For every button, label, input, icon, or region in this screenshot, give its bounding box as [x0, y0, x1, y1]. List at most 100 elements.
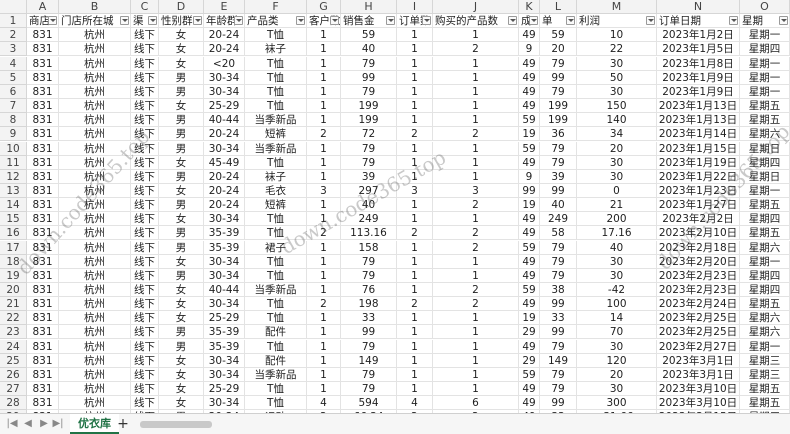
- table-cell[interactable]: 1: [307, 155, 341, 170]
- table-cell[interactable]: 40-44: [204, 113, 245, 128]
- table-cell[interactable]: 1: [433, 155, 519, 170]
- table-cell[interactable]: 831: [27, 325, 59, 340]
- table-cell[interactable]: 线下: [131, 42, 159, 57]
- table-cell[interactable]: 男: [159, 240, 204, 255]
- table-cell[interactable]: 40-44: [204, 283, 245, 297]
- table-cell[interactable]: 35-39: [204, 226, 245, 241]
- table-cell[interactable]: 线下: [131, 70, 159, 85]
- table-cell[interactable]: 59: [540, 28, 577, 43]
- table-cell[interactable]: 杭州: [59, 56, 131, 71]
- table-cell[interactable]: 79: [540, 254, 577, 269]
- table-cell[interactable]: 34: [577, 127, 657, 142]
- table-cell[interactable]: 831: [27, 155, 59, 170]
- table-cell[interactable]: 2023年1月19日: [657, 155, 740, 170]
- table-cell[interactable]: 1: [397, 212, 433, 227]
- column-header-A[interactable]: A: [27, 0, 59, 14]
- table-cell[interactable]: 1: [307, 367, 341, 382]
- first-sheet-button[interactable]: |◀: [6, 418, 18, 430]
- table-cell[interactable]: 杭州: [59, 339, 131, 354]
- row-number[interactable]: 11: [0, 155, 27, 170]
- table-cell[interactable]: 199: [540, 113, 577, 128]
- table-cell[interactable]: 49: [519, 99, 540, 114]
- table-cell[interactable]: 2023年1月13日: [657, 99, 740, 114]
- table-cell[interactable]: 毛衣: [245, 183, 307, 198]
- table-cell[interactable]: 袜子: [245, 169, 307, 184]
- table-cell[interactable]: T恤: [245, 99, 307, 114]
- filter-dropdown-icon[interactable]: [296, 16, 305, 26]
- column-header-G[interactable]: G: [307, 0, 341, 14]
- table-cell[interactable]: 线下: [131, 155, 159, 170]
- table-cell[interactable]: 杭州: [59, 353, 131, 368]
- table-cell[interactable]: 1: [307, 325, 341, 340]
- table-cell[interactable]: 99: [341, 70, 397, 85]
- table-cell[interactable]: 20-24: [204, 127, 245, 142]
- table-cell[interactable]: T恤: [245, 212, 307, 227]
- table-cell[interactable]: 9: [519, 42, 540, 57]
- table-cell[interactable]: 杭州: [59, 268, 131, 283]
- table-cell[interactable]: 线下: [131, 325, 159, 340]
- table-cell[interactable]: 当季新品: [245, 113, 307, 128]
- last-sheet-button[interactable]: ▶|: [52, 418, 64, 430]
- table-cell[interactable]: 线下: [131, 283, 159, 297]
- table-cell[interactable]: 3: [397, 183, 433, 198]
- row-number[interactable]: 4: [0, 56, 27, 71]
- table-cell[interactable]: 21: [577, 198, 657, 213]
- table-cell[interactable]: 星期四: [740, 212, 790, 227]
- table-cell[interactable]: 79: [540, 155, 577, 170]
- column-header-L[interactable]: L: [540, 0, 577, 14]
- table-cell[interactable]: 33: [540, 311, 577, 326]
- table-cell[interactable]: 女: [159, 28, 204, 43]
- row-number[interactable]: 18: [0, 254, 27, 269]
- table-cell[interactable]: 30: [577, 254, 657, 269]
- table-cell[interactable]: 1: [433, 113, 519, 128]
- table-cell[interactable]: 30: [577, 339, 657, 354]
- table-cell[interactable]: 79: [540, 367, 577, 382]
- table-cell[interactable]: 星期一: [740, 339, 790, 354]
- table-cell[interactable]: 女: [159, 254, 204, 269]
- table-cell[interactable]: 女: [159, 183, 204, 198]
- table-cell[interactable]: T恤: [245, 268, 307, 283]
- row-number[interactable]: 17: [0, 240, 27, 255]
- table-cell[interactable]: 149: [341, 353, 397, 368]
- table-cell[interactable]: 星期六: [740, 311, 790, 326]
- table-cell[interactable]: 79: [341, 382, 397, 397]
- table-cell[interactable]: 1: [397, 155, 433, 170]
- table-cell[interactable]: 2023年1月9日: [657, 84, 740, 99]
- table-cell[interactable]: 49: [519, 28, 540, 43]
- table-cell[interactable]: 49: [519, 155, 540, 170]
- table-cell[interactable]: 38: [540, 283, 577, 297]
- table-cell[interactable]: 1: [433, 56, 519, 71]
- filter-dropdown-icon[interactable]: [48, 16, 57, 26]
- table-cell[interactable]: 831: [27, 297, 59, 312]
- table-cell[interactable]: 59: [519, 113, 540, 128]
- row-number[interactable]: 1: [0, 14, 27, 29]
- table-cell[interactable]: 线下: [131, 297, 159, 312]
- table-cell[interactable]: 30-34: [204, 367, 245, 382]
- table-cell[interactable]: 300: [577, 396, 657, 411]
- table-cell[interactable]: 29: [519, 325, 540, 340]
- table-cell[interactable]: 女: [159, 42, 204, 57]
- table-cell[interactable]: 1: [307, 254, 341, 269]
- table-cell[interactable]: 1: [433, 70, 519, 85]
- table-cell[interactable]: 20-24: [204, 183, 245, 198]
- table-cell[interactable]: 男: [159, 226, 204, 241]
- table-cell[interactable]: 30-34: [204, 84, 245, 99]
- table-cell[interactable]: 20-24: [204, 28, 245, 43]
- table-cell[interactable]: 1: [307, 353, 341, 368]
- table-cell[interactable]: 249: [540, 212, 577, 227]
- table-cell[interactable]: 女: [159, 56, 204, 71]
- table-cell[interactable]: 线下: [131, 268, 159, 283]
- table-cell[interactable]: 1: [397, 311, 433, 326]
- table-cell[interactable]: 星期四: [740, 283, 790, 297]
- table-cell[interactable]: 2023年3月10日: [657, 396, 740, 411]
- table-cell[interactable]: 2023年2月24日: [657, 297, 740, 312]
- table-cell[interactable]: 149: [540, 353, 577, 368]
- table-cell[interactable]: 831: [27, 268, 59, 283]
- table-cell[interactable]: 1: [307, 283, 341, 297]
- table-cell[interactable]: 99: [540, 70, 577, 85]
- table-cell[interactable]: 杭州: [59, 198, 131, 213]
- table-cell[interactable]: 星期六: [740, 240, 790, 255]
- table-cell[interactable]: 39: [341, 169, 397, 184]
- sheet-tab-active[interactable]: 优衣库: [70, 414, 119, 434]
- table-cell[interactable]: 2023年2月18日: [657, 240, 740, 255]
